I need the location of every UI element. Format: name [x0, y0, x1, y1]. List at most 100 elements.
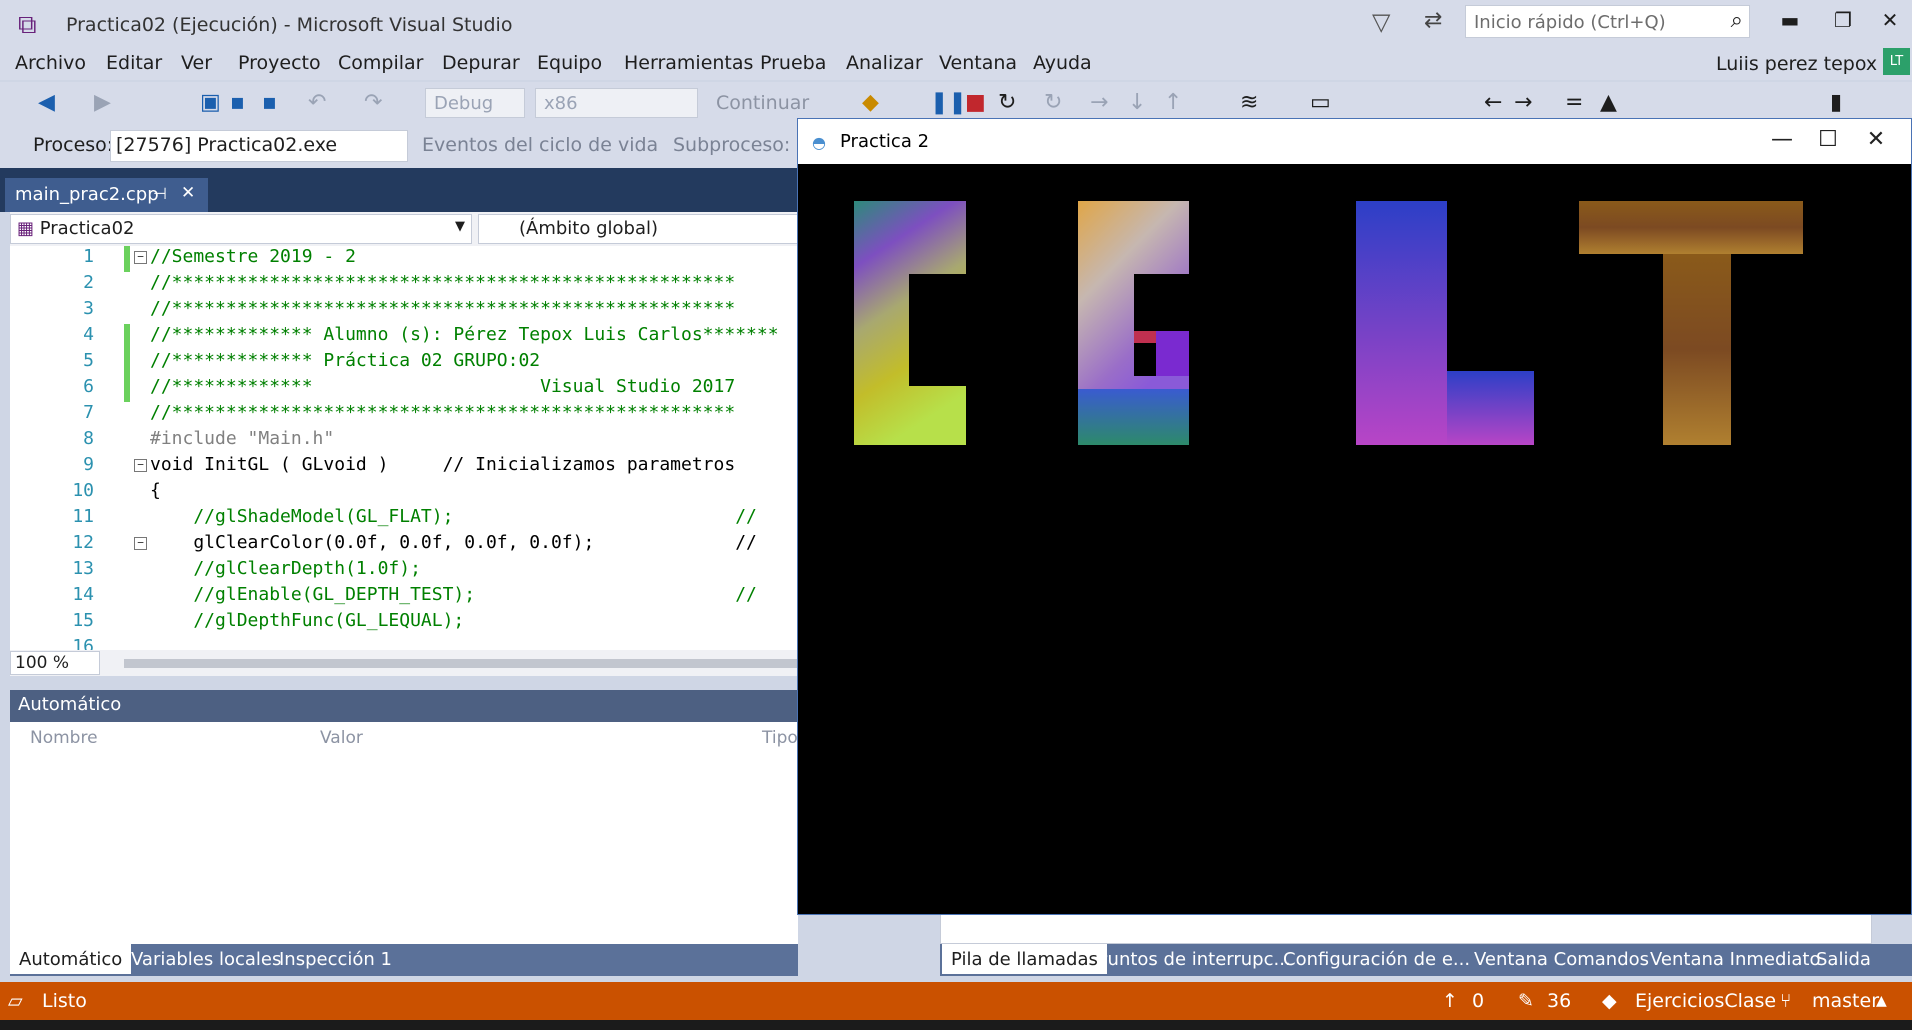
pin-icon[interactable]: ⊣: [153, 184, 167, 203]
threads-icon[interactable]: ▭: [1310, 90, 1331, 115]
menu-analizar[interactable]: Analizar: [846, 52, 923, 74]
gl-minimize-button[interactable]: —: [1762, 127, 1802, 152]
menu-depurar[interactable]: Depurar: [442, 52, 520, 74]
scope-dropdown[interactable]: (Ámbito global): [478, 214, 798, 244]
tab-main-prac2[interactable]: main_prac2.cpp ⊣ ✕: [5, 178, 208, 212]
step-over-icon[interactable]: →: [1090, 90, 1108, 115]
tab-configuracion[interactable]: Configuración de e...: [1274, 944, 1479, 974]
forward-icon[interactable]: ▶: [94, 90, 111, 115]
step-into-icon[interactable]: ↓: [1128, 90, 1146, 115]
edit-count[interactable]: 36: [1547, 990, 1571, 1012]
tab-variables-locales[interactable]: Variables locales: [122, 944, 290, 974]
menu-equipo[interactable]: Equipo: [537, 52, 602, 74]
menu-proyecto[interactable]: Proyecto: [238, 52, 321, 74]
menu-ayuda[interactable]: Ayuda: [1033, 52, 1092, 74]
code-line: 13 //glClearDepth(1.0f);: [72, 558, 421, 579]
push-count[interactable]: 0: [1472, 990, 1484, 1012]
column-value[interactable]: Valor: [320, 728, 363, 748]
column-type[interactable]: Tipo: [762, 728, 798, 748]
code-line: 1−//Semestre 2019 - 2: [83, 246, 356, 267]
user-name[interactable]: Luiis perez tepox: [1716, 53, 1877, 75]
code-line: 2//*************************************…: [83, 272, 736, 293]
menu-compilar[interactable]: Compilar: [338, 52, 423, 74]
lifecycle-events-button[interactable]: Eventos del ciclo de vida: [422, 134, 658, 156]
up-arrow-icon: ↑: [1442, 990, 1458, 1012]
undo-icon[interactable]: ↶: [308, 90, 326, 115]
fold-icon[interactable]: −: [134, 251, 147, 264]
gl-app-icon: ◓: [812, 133, 826, 152]
code-line: 5//************* Práctica 02 GRUPO:02: [83, 350, 541, 371]
project-name: Practica02: [39, 218, 135, 239]
letter-t-shape: [1579, 201, 1803, 445]
save-icon[interactable]: ▪: [230, 90, 245, 115]
horizontal-scrollbar[interactable]: [124, 659, 798, 668]
gl-close-button[interactable]: ✕: [1856, 127, 1896, 152]
tab-pila-llamadas[interactable]: Pila de llamadas: [942, 944, 1107, 974]
filter-icon[interactable]: ▽: [1372, 8, 1390, 36]
continue-button[interactable]: Continuar: [716, 92, 809, 114]
feedback-icon[interactable]: ⇄: [1424, 8, 1442, 33]
tab-salida[interactable]: Salida: [1807, 944, 1880, 974]
code-line: 6//************* Visual Studio 2017: [83, 376, 736, 397]
branch-name[interactable]: master: [1812, 990, 1879, 1012]
menu-editar[interactable]: Editar: [106, 52, 162, 74]
close-icon[interactable]: ✕: [181, 183, 195, 203]
arrow-right-icon[interactable]: →: [1514, 90, 1532, 115]
lock-icon[interactable]: ▲: [1600, 90, 1617, 115]
tab-inspeccion[interactable]: Inspección 1: [270, 944, 401, 974]
restore-button[interactable]: ❐: [1828, 8, 1858, 32]
tab-automatico[interactable]: Automático: [10, 944, 132, 974]
restart-icon[interactable]: ↻: [998, 90, 1016, 115]
bookmark-icon[interactable]: ▮: [1830, 90, 1842, 115]
menu-ventana[interactable]: Ventana: [939, 52, 1017, 74]
chevron-down-icon: ▼: [455, 219, 465, 234]
tab-ventana-inmediato[interactable]: Ventana Inmediato: [1641, 944, 1830, 974]
menu-prueba[interactable]: Prueba: [760, 52, 826, 74]
debug-tabs-right: Pila de llamadas Puntos de interrupc... …: [940, 944, 1912, 976]
avatar[interactable]: LT: [1883, 48, 1910, 75]
vs-logo-icon: ⧉: [18, 10, 37, 40]
tab-ventana-comandos[interactable]: Ventana Comandos: [1465, 944, 1658, 974]
zoom-dropdown[interactable]: 100 %: [10, 651, 100, 675]
open-folder-icon[interactable]: ▣: [200, 90, 221, 115]
redo-icon[interactable]: ↷: [364, 90, 382, 115]
code-line: 8 #include "Main.h": [83, 428, 335, 449]
opengl-window[interactable]: ◓ Practica 2 — ☐ ✕: [797, 118, 1912, 915]
hex-icon[interactable]: ≋: [1240, 90, 1258, 115]
opengl-title-bar[interactable]: ◓ Practica 2 — ☐ ✕: [798, 119, 1911, 164]
hot-reload-icon[interactable]: ↻: [1044, 90, 1062, 115]
code-line: 10{: [72, 480, 161, 501]
window-title: Practica02 (Ejecución) - Microsoft Visua…: [66, 14, 513, 36]
process-icon[interactable]: ◆: [862, 90, 879, 115]
menu-ver[interactable]: Ver: [181, 52, 212, 74]
save-all-icon[interactable]: ▪: [262, 90, 277, 115]
opengl-window-title: Practica 2: [840, 131, 930, 152]
code-editor[interactable]: 1−//Semestre 2019 - 2 2//***************…: [10, 246, 798, 650]
fold-icon[interactable]: −: [134, 459, 147, 472]
chevron-up-icon[interactable]: ▲: [1876, 993, 1887, 1009]
step-out-icon[interactable]: ↑: [1164, 90, 1182, 115]
process-dropdown[interactable]: [27576] Practica02.exe: [110, 130, 408, 162]
config-dropdown[interactable]: Debug: [425, 88, 525, 118]
close-button[interactable]: ✕: [1875, 8, 1905, 32]
fold-icon[interactable]: −: [134, 537, 147, 550]
arrow-left-icon[interactable]: ←: [1484, 90, 1502, 115]
code-line: 12− glClearColor(0.0f, 0.0f, 0.0f, 0.0f)…: [72, 532, 757, 553]
project-dropdown[interactable]: ▦ Practica02 ▼: [10, 214, 472, 244]
status-text: Listo: [42, 990, 87, 1012]
tab-puntos-interrupcion[interactable]: Puntos de interrupc...: [1088, 944, 1300, 974]
equals-icon[interactable]: =: [1565, 90, 1583, 115]
platform-dropdown[interactable]: x86: [535, 88, 698, 118]
menu-archivo[interactable]: Archivo: [15, 52, 86, 74]
autos-panel: Nombre Valor Tipo: [10, 722, 798, 944]
stop-icon[interactable]: ■: [965, 90, 986, 115]
gl-maximize-button[interactable]: ☐: [1808, 127, 1848, 152]
minimize-button[interactable]: ▬: [1775, 8, 1805, 32]
quick-launch-placeholder: Inicio rápido (Ctrl+Q): [1474, 12, 1666, 33]
menu-herramientas[interactable]: Herramientas: [624, 52, 753, 74]
repo-name[interactable]: EjerciciosClase: [1635, 990, 1776, 1012]
back-icon[interactable]: ◀: [38, 90, 55, 115]
pause-icon[interactable]: ❚❚: [930, 90, 967, 115]
column-name[interactable]: Nombre: [30, 728, 98, 748]
quick-launch-input[interactable]: Inicio rápido (Ctrl+Q) ⌕: [1465, 5, 1750, 38]
